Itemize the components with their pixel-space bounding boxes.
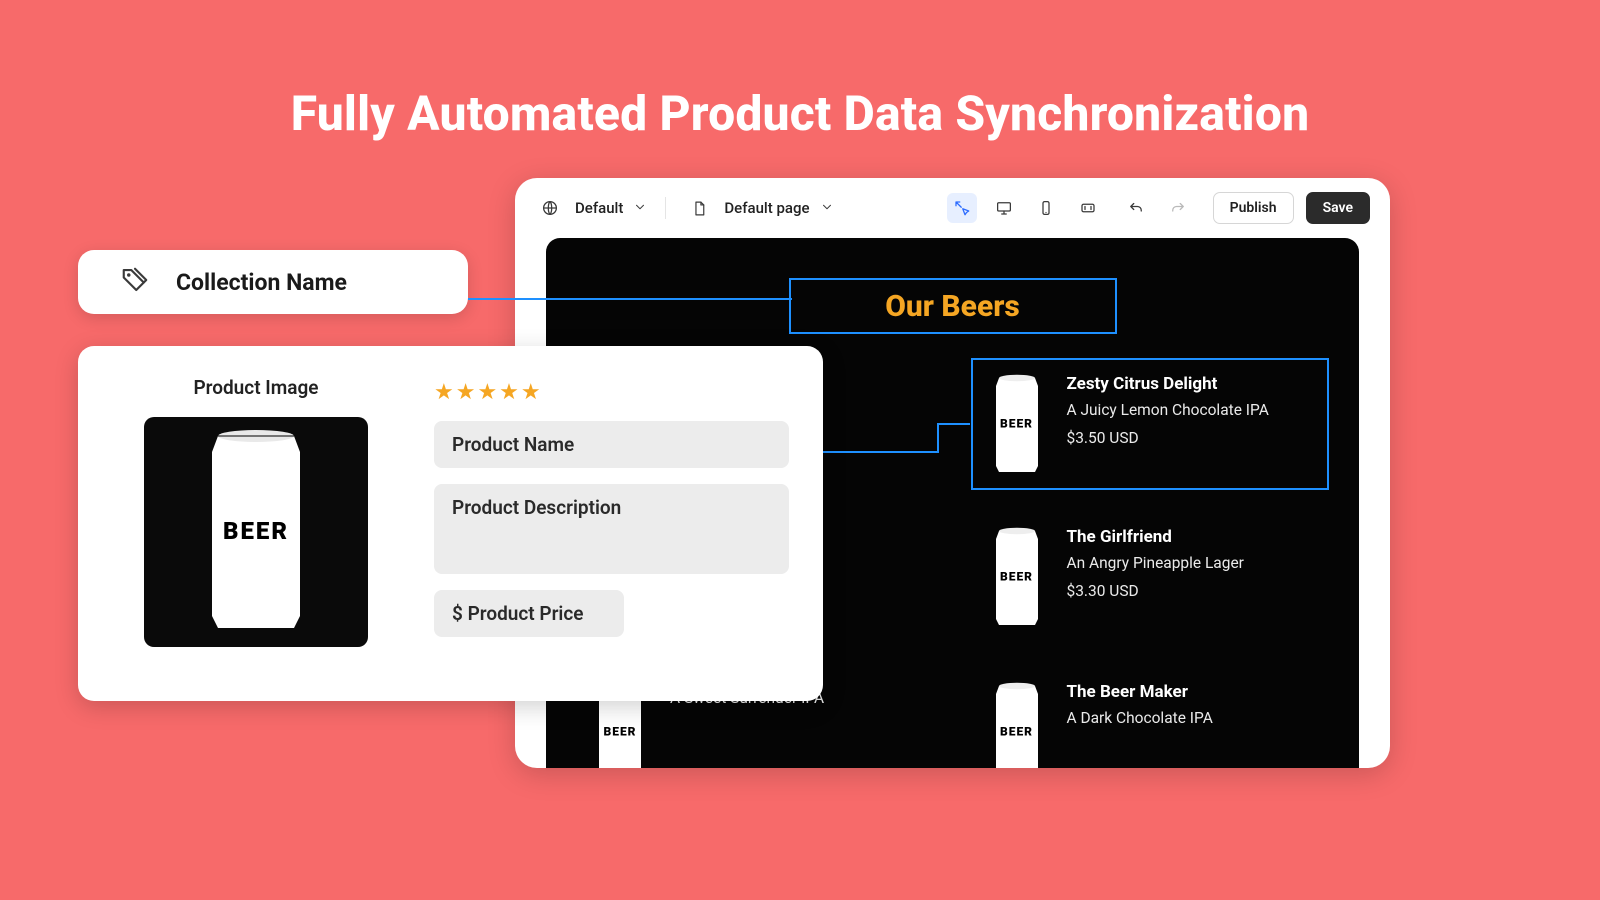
product-desc: A Juicy Lemon Chocolate IPA	[1067, 401, 1269, 419]
product-name: The Beer Maker	[1067, 682, 1213, 702]
product-edit-card: Product Image BEER ★★★★★ Product Name Pr…	[78, 346, 823, 701]
publish-button[interactable]: Publish	[1213, 192, 1294, 224]
save-button[interactable]: Save	[1306, 192, 1370, 224]
star-rating: ★★★★★	[434, 380, 789, 405]
fullwidth-icon[interactable]	[1073, 193, 1103, 223]
can-label: BEER	[223, 517, 289, 545]
can-label: BEER	[1000, 725, 1033, 739]
theme-label: Default	[575, 199, 623, 217]
product-name: Zesty Citrus Delight	[1067, 374, 1269, 394]
product-cell[interactable]: BEER The Girlfriend An Angry Pineapple L…	[973, 513, 1330, 645]
collection-title: Our Beers	[885, 289, 1020, 324]
product-cell[interactable]: BEER The Beer Maker A Dark Chocolate IPA	[973, 668, 1330, 768]
undo-icon[interactable]	[1121, 193, 1151, 223]
chevron-down-icon	[820, 199, 834, 218]
redo-icon[interactable]	[1163, 193, 1193, 223]
collection-title-selection[interactable]: Our Beers	[789, 278, 1117, 334]
beer-can-icon: BEER	[989, 680, 1045, 768]
chevron-down-icon	[633, 199, 647, 218]
page-headline: Fully Automated Product Data Synchroniza…	[0, 85, 1600, 142]
product-price: $3.50 USD	[1067, 429, 1269, 447]
can-label: BEER	[603, 725, 636, 739]
collection-name-card[interactable]: Collection Name	[78, 250, 468, 314]
editor-toolbar: Default Default page	[515, 178, 1390, 238]
page-icon	[684, 193, 714, 223]
inspector-icon[interactable]	[947, 193, 977, 223]
theme-selector[interactable]: Default	[535, 193, 647, 223]
desktop-icon[interactable]	[989, 193, 1019, 223]
page-label: Default page	[724, 199, 809, 217]
product-image-label: Product Image	[193, 376, 318, 399]
beer-can-icon: BEER	[989, 372, 1045, 476]
product-desc: An Angry Pineapple Lager	[1067, 554, 1244, 572]
product-price: $3.30 USD	[1067, 582, 1244, 600]
product-price-field[interactable]: $ Product Price	[434, 590, 624, 637]
product-name-field[interactable]: Product Name	[434, 421, 789, 468]
product-name: The Girlfriend	[1067, 527, 1244, 547]
mobile-icon[interactable]	[1031, 193, 1061, 223]
page-selector[interactable]: Default page	[684, 193, 833, 223]
globe-icon	[535, 193, 565, 223]
beer-can-icon: BEER	[989, 525, 1045, 629]
beer-can-icon: BEER	[198, 426, 314, 638]
product-desc: A Dark Chocolate IPA	[1067, 709, 1213, 727]
can-label: BEER	[1000, 570, 1033, 584]
collection-name-label: Collection Name	[176, 269, 347, 296]
product-image-preview[interactable]: BEER	[144, 417, 368, 647]
product-description-field[interactable]: Product Description	[434, 484, 789, 574]
product-cell-selected[interactable]: BEER Zesty Citrus Delight A Juicy Lemon …	[971, 358, 1330, 490]
tag-icon	[120, 265, 150, 299]
can-label: BEER	[1000, 417, 1033, 431]
toolbar-separator	[665, 197, 666, 219]
